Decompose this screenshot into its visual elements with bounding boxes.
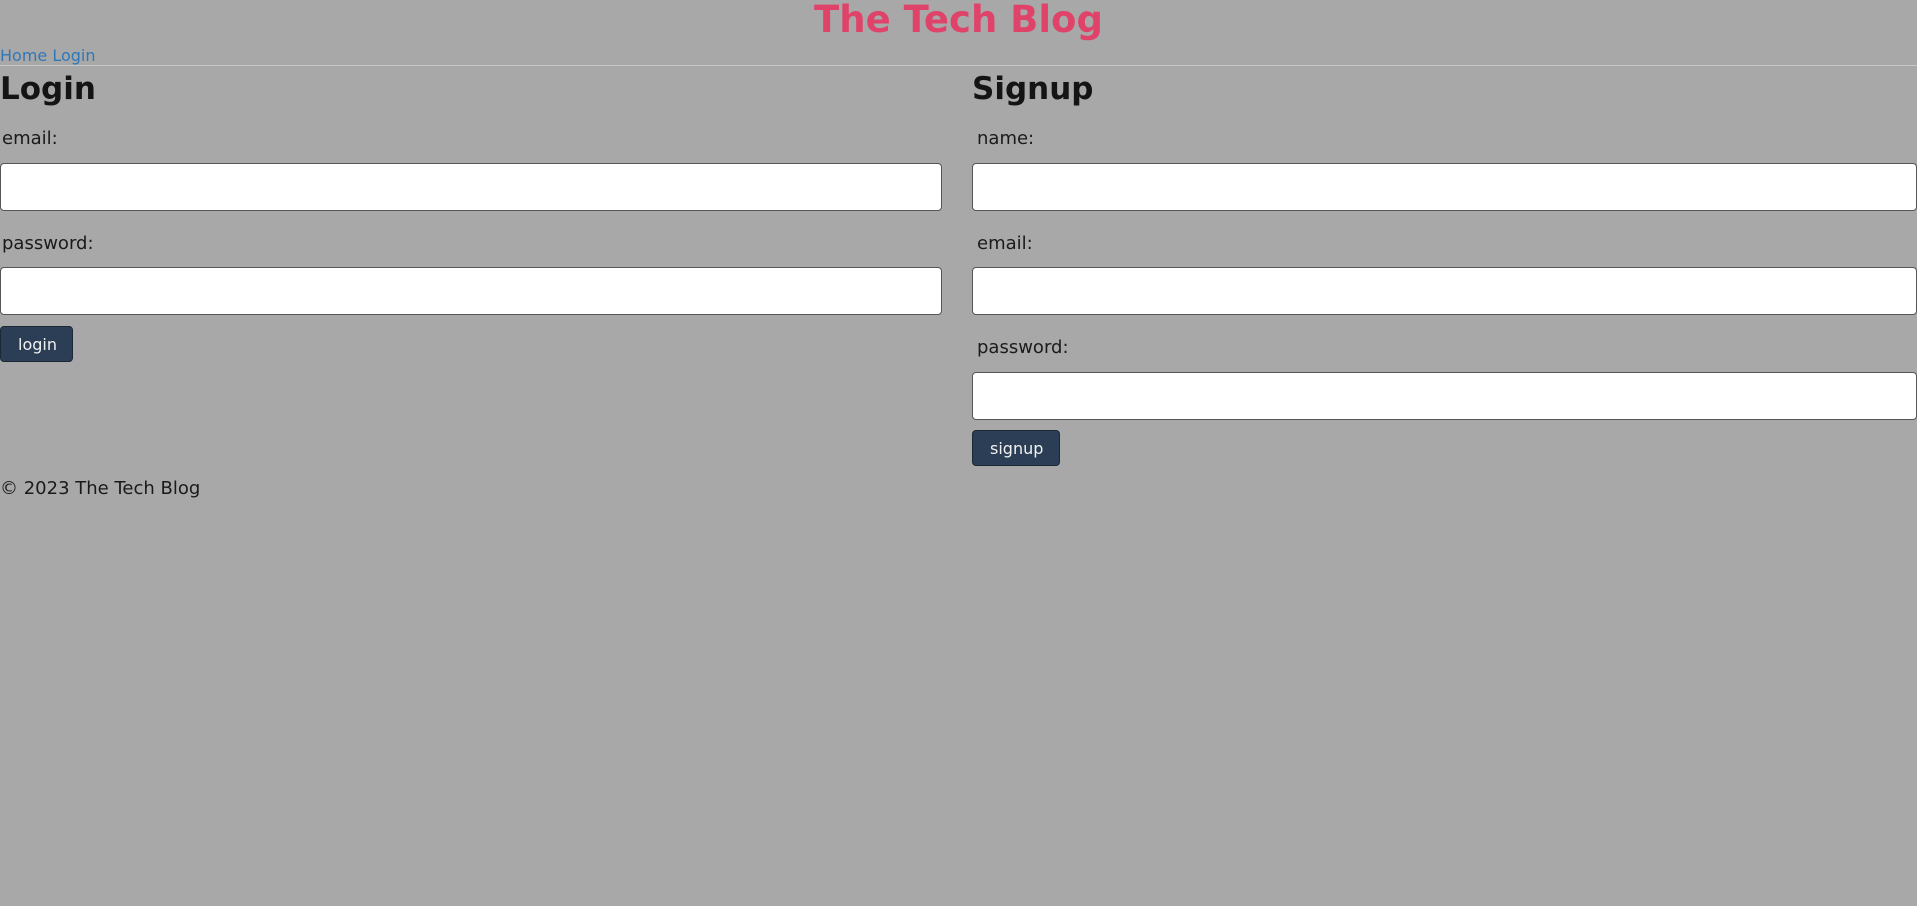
- footer-copyright: © 2023 The Tech Blog: [0, 478, 201, 499]
- signup-name-input[interactable]: [972, 163, 1917, 211]
- main-nav: Home Login: [0, 47, 96, 65]
- login-email-label: email:: [2, 128, 58, 149]
- signup-name-label: name:: [977, 128, 1035, 149]
- nav-link-home[interactable]: Home: [0, 46, 47, 65]
- signup-email-label: email:: [977, 233, 1033, 254]
- signup-heading: Signup: [972, 71, 1094, 107]
- login-password-input[interactable]: [0, 267, 942, 315]
- signup-password-input[interactable]: [972, 372, 1917, 420]
- login-form: Login email: password: login: [0, 70, 942, 370]
- signup-email-input[interactable]: [972, 267, 1917, 315]
- signup-form: Signup name: email: password: signup: [972, 70, 1917, 470]
- site-header: The Tech Blog Home Login: [0, 0, 1917, 66]
- nav-link-login[interactable]: Login: [52, 46, 95, 65]
- login-heading: Login: [0, 71, 96, 107]
- login-password-label: password:: [2, 233, 94, 254]
- login-email-input[interactable]: [0, 163, 942, 211]
- login-button[interactable]: login: [0, 326, 73, 362]
- signup-button[interactable]: signup: [972, 430, 1060, 466]
- site-title: The Tech Blog: [814, 0, 1103, 41]
- signup-password-label: password:: [977, 337, 1069, 358]
